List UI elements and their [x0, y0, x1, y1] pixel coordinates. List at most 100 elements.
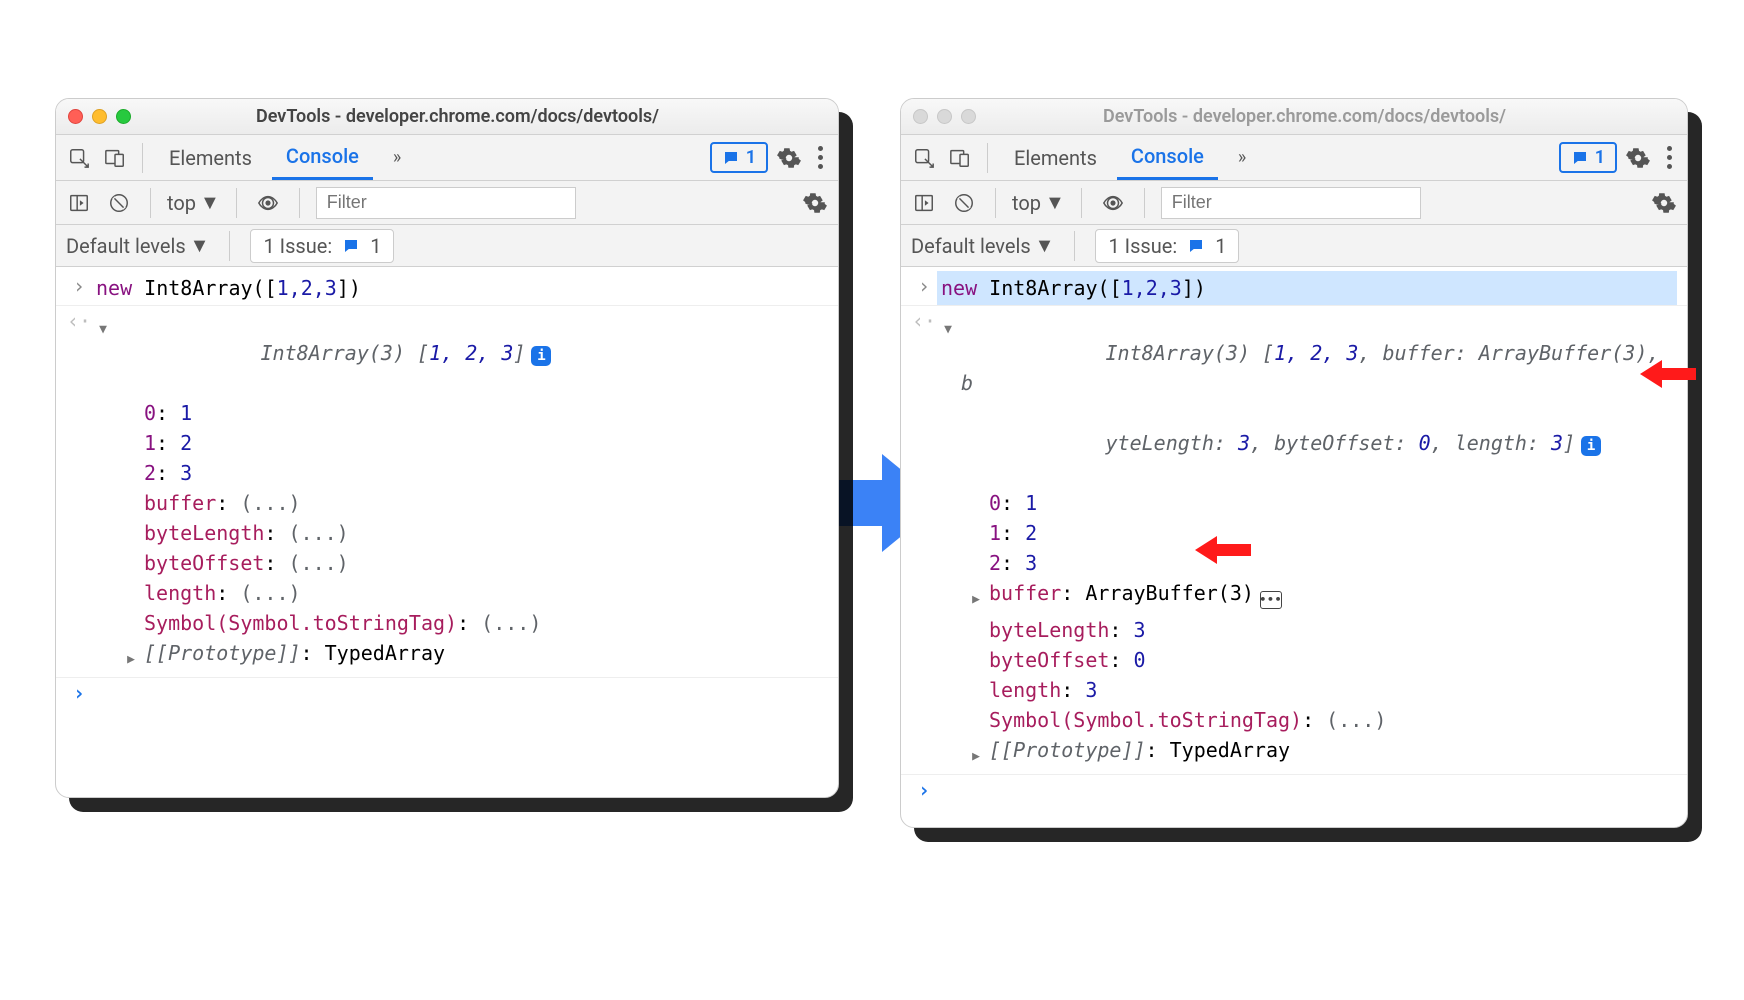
inspect-element-icon[interactable]	[909, 143, 939, 173]
device-toolbar-icon[interactable]	[945, 143, 975, 173]
titlebar[interactable]: DevTools - developer.chrome.com/docs/dev…	[56, 99, 838, 135]
context-label: top	[167, 191, 196, 215]
tree-buffer-row[interactable]: ▶buffer: ArrayBuffer(3)	[969, 578, 1673, 615]
log-levels-selector[interactable]: Default levels ▼	[66, 233, 209, 258]
clear-console-icon[interactable]	[949, 188, 979, 218]
clear-console-icon[interactable]	[104, 188, 134, 218]
tab-console[interactable]: Console	[272, 135, 373, 180]
disclosure-closed-icon[interactable]: ▶	[969, 578, 983, 615]
minimize-icon[interactable]	[92, 109, 107, 124]
kebab-menu-icon[interactable]	[810, 146, 830, 169]
dropdown-icon: ▼	[1045, 190, 1065, 215]
tree-index-row[interactable]: 0: 1	[124, 398, 824, 428]
tab-elements[interactable]: Elements	[155, 135, 266, 180]
tree-property-row[interactable]: Symbol(Symbol.toStringTag): (...)	[124, 608, 824, 638]
console-filter-bar: Default levels ▼ 1 Issue: 1	[56, 225, 838, 267]
tree-index-row[interactable]: 1: 2	[969, 518, 1673, 548]
tab-more[interactable]: »	[379, 135, 415, 180]
log-levels-selector[interactable]: Default levels ▼	[911, 233, 1054, 258]
issues-prefix: 1 Issue:	[1108, 234, 1177, 258]
console-output-left: › new Int8Array([1,2,3]) ‹· ▼ Int8Array(…	[56, 267, 838, 797]
console-input-echo: new Int8Array([1,2,3])	[92, 271, 828, 305]
sidebar-toggle-icon[interactable]	[64, 188, 94, 218]
filter-input[interactable]	[316, 187, 576, 219]
info-badge-icon[interactable]: i	[1581, 436, 1601, 456]
object-preview[interactable]: ▼ Int8Array(3) [1, 2, 3, buffer: ArrayBu…	[941, 308, 1673, 488]
separator	[236, 188, 237, 218]
window-controls[interactable]	[913, 109, 976, 124]
tree-property-row[interactable]: length: 3	[969, 675, 1673, 705]
levels-label: Default levels	[911, 234, 1031, 258]
separator	[995, 188, 996, 218]
live-expression-icon[interactable]	[253, 188, 283, 218]
callout-arrow-icon	[1195, 532, 1251, 572]
tree-index-row[interactable]: 2: 3	[969, 548, 1673, 578]
inspect-element-icon[interactable]	[64, 143, 94, 173]
live-expression-icon[interactable]	[1098, 188, 1128, 218]
filter-input[interactable]	[1161, 187, 1421, 219]
close-icon[interactable]	[913, 109, 928, 124]
issues-pill[interactable]: 1 Issue: 1	[250, 229, 394, 263]
prompt-out-icon: ‹·	[66, 306, 92, 336]
tree-property-row[interactable]: byteOffset: 0	[969, 645, 1673, 675]
sidebar-toggle-icon[interactable]	[909, 188, 939, 218]
disclosure-open-icon[interactable]: ▼	[941, 308, 955, 345]
tree-property-row[interactable]: buffer: (...)	[124, 488, 824, 518]
tree-index-row[interactable]: 2: 3	[124, 458, 824, 488]
console-settings-icon[interactable]	[800, 188, 830, 218]
settings-icon[interactable]	[1623, 143, 1653, 173]
info-badge-icon[interactable]: i	[531, 346, 551, 366]
tree-property-row[interactable]: byteLength: 3	[969, 615, 1673, 645]
devtools-window-after: DevTools - developer.chrome.com/docs/dev…	[900, 98, 1688, 828]
tree-prototype-row[interactable]: ▶[[Prototype]]: TypedArray	[124, 638, 824, 675]
window-controls[interactable]	[68, 109, 131, 124]
titlebar[interactable]: DevTools - developer.chrome.com/docs/dev…	[901, 99, 1687, 135]
levels-label: Default levels	[66, 234, 186, 258]
object-preview[interactable]: ▼ Int8Array(3) [1, 2, 3]i	[96, 308, 824, 398]
context-selector[interactable]: top ▼	[1012, 190, 1065, 215]
tree-property-row[interactable]: byteLength: (...)	[124, 518, 824, 548]
prompt-ready-icon[interactable]: ›	[66, 678, 92, 708]
tree-index-row[interactable]: 1: 2	[124, 428, 824, 458]
messages-badge[interactable]: 1	[710, 142, 768, 173]
device-toolbar-icon[interactable]	[100, 143, 130, 173]
separator	[1074, 231, 1075, 261]
disclosure-closed-icon[interactable]: ▶	[124, 638, 138, 675]
console-toolbar: top ▼	[56, 181, 838, 225]
close-icon[interactable]	[68, 109, 83, 124]
tree-property-row[interactable]: byteOffset: (...)	[124, 548, 824, 578]
chevron-right-icon: »	[393, 147, 401, 168]
issues-count: 1	[1215, 234, 1226, 258]
separator	[1144, 188, 1145, 218]
console-settings-icon[interactable]	[1649, 188, 1679, 218]
console-prompt[interactable]	[92, 678, 828, 682]
settings-icon[interactable]	[774, 143, 804, 173]
devtools-window-before: DevTools - developer.chrome.com/docs/dev…	[55, 98, 839, 798]
tab-more[interactable]: »	[1224, 135, 1260, 180]
dropdown-icon: ▼	[200, 190, 220, 215]
chevron-right-icon: »	[1238, 147, 1246, 168]
console-toolbar: top ▼	[901, 181, 1687, 225]
tree-prototype-row[interactable]: ▶[[Prototype]]: TypedArray	[969, 735, 1673, 772]
issues-pill[interactable]: 1 Issue: 1	[1095, 229, 1239, 263]
disclosure-closed-icon[interactable]: ▶	[969, 735, 983, 772]
console-output-right: › new Int8Array([1,2,3]) ‹· ▼ Int8Array(…	[901, 267, 1687, 827]
tree-index-row[interactable]: 0: 1	[969, 488, 1673, 518]
tab-elements[interactable]: Elements	[1000, 135, 1111, 180]
tree-property-row[interactable]: length: (...)	[124, 578, 824, 608]
tree-property-row[interactable]: Symbol(Symbol.toStringTag): (...)	[969, 705, 1673, 735]
prompt-out-icon: ‹·	[911, 306, 937, 336]
console-prompt[interactable]	[937, 775, 1677, 779]
kebab-menu-icon[interactable]	[1659, 146, 1679, 169]
context-selector[interactable]: top ▼	[167, 190, 220, 215]
messages-badge[interactable]: 1	[1559, 142, 1617, 173]
prompt-ready-icon[interactable]: ›	[911, 775, 937, 805]
disclosure-open-icon[interactable]: ▼	[96, 308, 110, 345]
zoom-icon[interactable]	[116, 109, 131, 124]
issues-prefix: 1 Issue:	[263, 234, 332, 258]
zoom-icon[interactable]	[961, 109, 976, 124]
tab-console[interactable]: Console	[1117, 135, 1218, 180]
memory-inspector-icon[interactable]	[1260, 591, 1282, 609]
window-title: DevTools - developer.chrome.com/docs/dev…	[994, 106, 1675, 127]
minimize-icon[interactable]	[937, 109, 952, 124]
